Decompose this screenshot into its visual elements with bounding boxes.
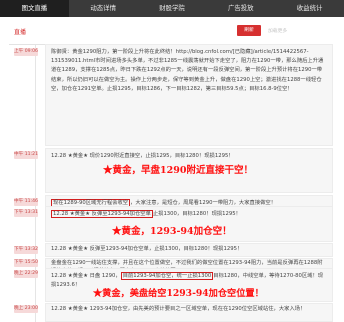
time-badge: 中午 11:21 [14, 151, 38, 159]
time-badge: 下午 13:32 [14, 246, 38, 254]
timeline-line [35, 45, 36, 322]
load-more-link[interactable]: 加载更多 [268, 27, 287, 34]
time-badge: 下午 13:31 [14, 209, 38, 217]
post-bubble: 陈御贤：黄金1290阻力，第一阶段上升将在此终结！http://blog.cnf… [45, 44, 333, 146]
live-label: 直播 [14, 29, 27, 36]
refresh-button[interactable]: 刷新 [237, 25, 261, 36]
post-text: 12.28 ★黄金★ 反弹至1293-94加仓空单 止损1300，目标1280！现… [51, 210, 241, 218]
time-badge: 晚上 23:00 [14, 305, 38, 313]
time-badge: 中午 11:46 [14, 198, 38, 206]
time-badge: 晚上 22:29 [14, 270, 38, 278]
post-text: 12.28 ★黄金★ 反弹至1293-94加仓空单，止损1300，目标1280！… [51, 246, 243, 252]
post-text: 陈御贤：黄金1290阻力，第一阶段上升将在此终结！http://blog.cnf… [51, 49, 324, 92]
callout-annotation: ★黄金，美盘给空1293-94加仓空位置！ [93, 288, 264, 299]
time-badge: 上午 09:06 [14, 48, 38, 56]
tab-live[interactable]: 图文直播 [0, 0, 69, 17]
tab-details[interactable]: 动态详情 [69, 0, 138, 17]
callout-annotation: ★黄金，1293-94加仓空！ [112, 226, 232, 237]
post-text: 12.28 ★黄金★ 1293-94加仓空，由先美的预计要目之一区域空单，现在在… [51, 306, 306, 312]
sub-header: 直播 刷新 加载更多 [0, 17, 344, 45]
tab-earnings[interactable]: 收益统计 [275, 0, 344, 17]
tab-academy[interactable]: 财股学院 [138, 0, 207, 17]
time-badge: 下午 15:50 [14, 259, 38, 267]
tab-ads[interactable]: 广告投放 [206, 0, 275, 17]
highlighted-text: 目前1293-94加仓空，统一止损1300 [120, 272, 214, 280]
callout-annotation: ★黄金，早盘1290附近直接干空！ [103, 165, 253, 176]
top-nav: 图文直播 动态详情 财股学院 广告投放 收益统计 [0, 0, 344, 17]
highlighted-text: 12.28 ★黄金★ 反弹至1293-94加仓空单 [51, 210, 153, 218]
post-bubble: 12.28 ★黄金★ 反弹至1293-94加仓空单，止损1300，目标1280！… [45, 243, 333, 257]
post-bubble: 12.28 ★黄金★ 1293-94加仓空，由先美的预计要目之一区域空单，现在在… [45, 303, 333, 322]
